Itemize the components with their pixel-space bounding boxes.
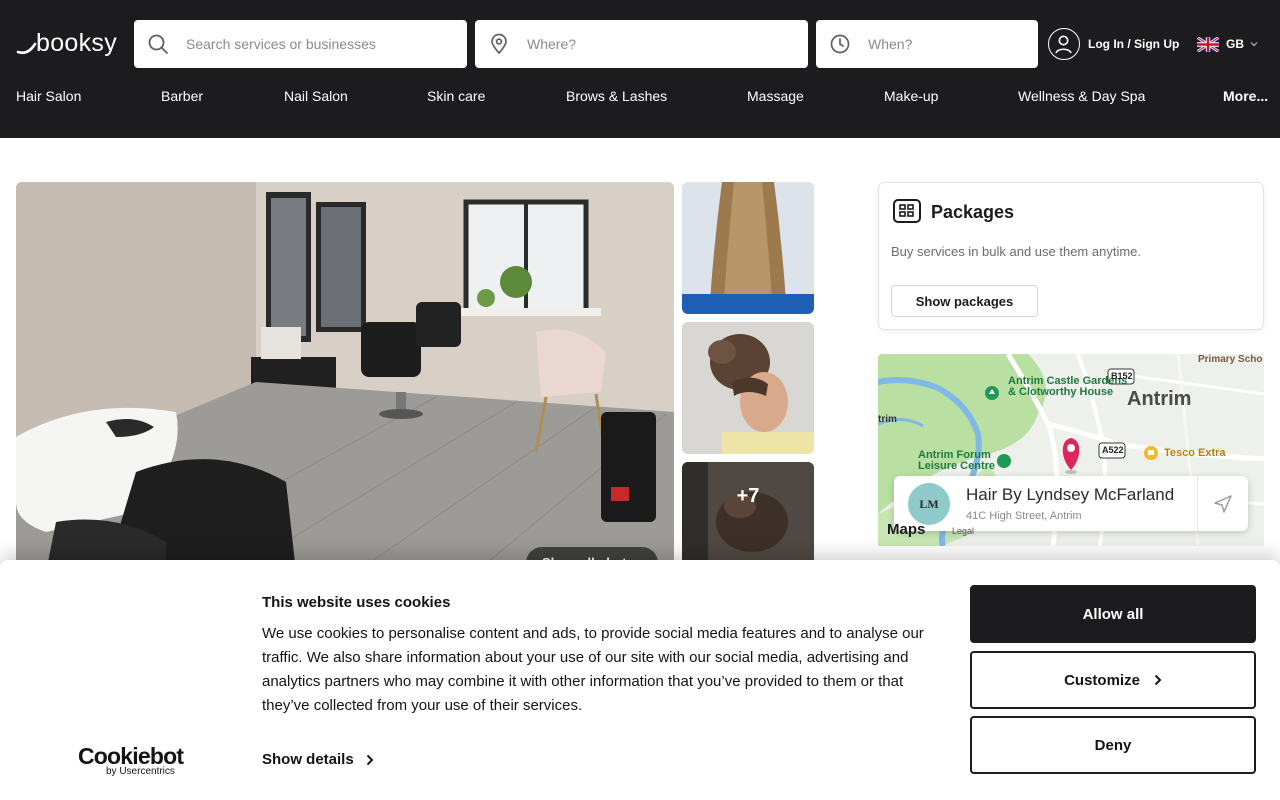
card-divider — [1197, 476, 1198, 531]
search-icon — [148, 34, 168, 54]
nav-nail-salon[interactable]: Nail Salon — [284, 88, 348, 104]
logo-mark-icon — [16, 42, 37, 55]
nav-skin-care[interactable]: Skin care — [427, 88, 485, 104]
location-pin-icon — [491, 33, 507, 55]
nav-more[interactable]: More... — [1223, 88, 1268, 104]
date-input[interactable] — [868, 20, 1026, 68]
cookie-consent-banner: Cookiebot by Usercentrics This website u… — [0, 560, 1280, 800]
show-details-label: Show details — [262, 751, 354, 768]
service-search-input[interactable] — [186, 20, 455, 68]
deny-button[interactable]: Deny — [970, 716, 1256, 774]
user-icon — [1048, 28, 1080, 60]
nav-massage[interactable]: Massage — [747, 88, 804, 104]
cookie-body-text: We use cookies to personalise content an… — [262, 625, 924, 714]
map-label-town: Antrim — [1127, 388, 1192, 410]
more-photos-count: +7 — [682, 462, 814, 572]
cookiebot-logo: Cookiebot by Usercentrics — [78, 743, 184, 777]
map-road-a522: A522 — [1102, 445, 1124, 455]
map-road-b152: B152 — [1111, 371, 1133, 381]
deny-label: Deny — [1094, 736, 1132, 754]
packages-description: Buy services in bulk and use them anytim… — [891, 244, 1142, 259]
show-details-link[interactable]: Show details — [262, 751, 374, 768]
gallery-thumb-updo[interactable] — [682, 322, 814, 454]
service-search-box[interactable] — [134, 20, 467, 68]
map-label-leisure: Antrim Forum Leisure Centre — [918, 449, 996, 472]
gallery-thumb-hair-straight[interactable] — [682, 182, 814, 314]
nav-make-up[interactable]: Make-up — [884, 88, 938, 104]
allow-all-label: Allow all — [1082, 605, 1144, 623]
main-salon-photo[interactable] — [16, 182, 674, 572]
business-name: Hair By Lyndsey McFarland — [966, 485, 1175, 504]
package-icon — [893, 199, 921, 223]
clock-icon — [830, 34, 850, 54]
gallery-thumb-more[interactable]: +7 — [682, 462, 814, 572]
show-packages-button[interactable]: Show packages — [891, 285, 1038, 317]
map-label-school: Primary Scho — [1198, 354, 1263, 365]
chevron-right-icon — [1154, 674, 1162, 686]
nav-hair-salon[interactable]: Hair Salon — [16, 88, 81, 104]
map-label-store: Tesco Extra — [1164, 447, 1226, 459]
date-search-box[interactable] — [816, 20, 1038, 68]
logo-text: booksy — [36, 29, 118, 57]
cookiebot-logo-text: Cookiebot — [78, 743, 184, 769]
cookiebot-logo-sub: by Usercentrics — [106, 766, 175, 777]
category-nav: Hair Salon Barber Nail Salon Skin care B… — [16, 88, 1268, 110]
chevron-down-icon — [1250, 42, 1258, 47]
map-label-park: Antrim Castle Gardens & Clotworthy House — [1008, 375, 1128, 398]
packages-card: Packages Buy services in bulk and use th… — [878, 182, 1264, 330]
packages-title: Packages — [931, 202, 1015, 222]
login-label: Log In / Sign Up — [1088, 37, 1180, 51]
uk-flag-icon — [1197, 36, 1219, 52]
nav-wellness-spa[interactable]: Wellness & Day Spa — [1018, 88, 1145, 104]
location-input[interactable] — [527, 20, 796, 68]
booksy-logo[interactable]: booksy — [16, 28, 118, 60]
nav-brows-lashes[interactable]: Brows & Lashes — [566, 88, 667, 104]
cookie-title: This website uses cookies — [262, 594, 451, 611]
business-card[interactable]: LM Hair By Lyndsey McFarland 41C High St… — [894, 476, 1248, 531]
business-address: 41C High Street, Antrim — [966, 510, 1082, 522]
top-header: booksy Log In / Sign Up — [0, 0, 1280, 138]
map-legal-link[interactable]: Legal — [952, 526, 974, 536]
location-search-box[interactable] — [475, 20, 808, 68]
language-code: GB — [1226, 37, 1244, 51]
login-signup-button[interactable]: Log In / Sign Up — [1048, 28, 1179, 60]
customize-label: Customize — [1064, 671, 1140, 689]
allow-all-button[interactable]: Allow all — [970, 585, 1256, 643]
language-selector[interactable]: GB — [1197, 36, 1258, 52]
map-label-edge: trim — [878, 414, 897, 425]
customize-button[interactable]: Customize — [970, 651, 1256, 709]
business-logo: LM — [908, 483, 950, 525]
nav-barber[interactable]: Barber — [161, 88, 203, 104]
apple-maps-attribution: Maps — [887, 521, 926, 538]
directions-icon[interactable] — [1212, 493, 1234, 515]
chevron-right-icon — [366, 754, 374, 765]
